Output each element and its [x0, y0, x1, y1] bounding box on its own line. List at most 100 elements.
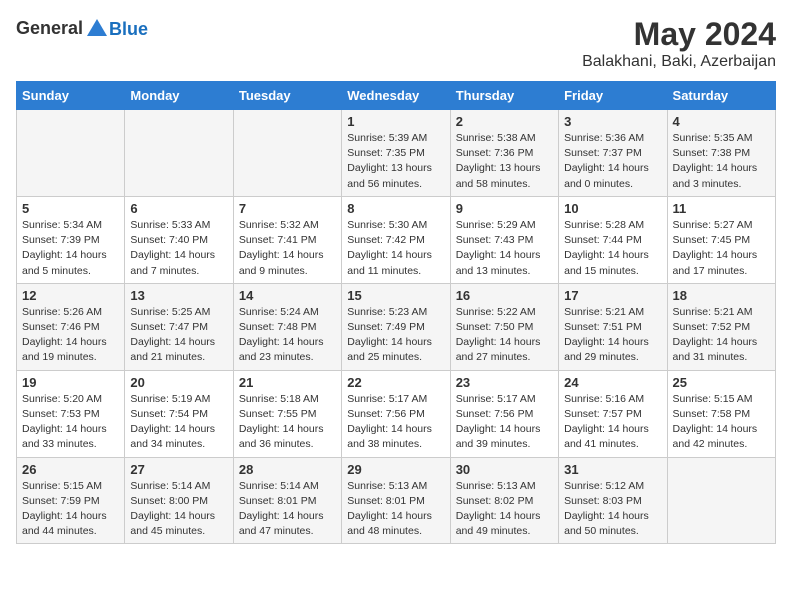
- calendar-cell: 19 Sunrise: 5:20 AMSunset: 7:53 PMDayligh…: [17, 370, 125, 457]
- calendar-cell: 16Sunrise: 5:22 AMSunset: 7:50 PMDayligh…: [450, 283, 558, 370]
- day-number: 21: [239, 375, 336, 390]
- cell-info: Sunrise: 5:21 AMSunset: 7:52 PMDaylight:…: [673, 305, 770, 366]
- col-friday: Friday: [559, 82, 667, 110]
- day-number: 20: [130, 375, 227, 390]
- calendar-cell: 21 Sunrise: 5:18 AMSunset: 7:55 PMDayligh…: [233, 370, 341, 457]
- day-number: 5: [22, 201, 119, 216]
- calendar-cell: 23 Sunrise: 5:17 AMSunset: 7:56 PMDayligh…: [450, 370, 558, 457]
- day-number: 15: [347, 288, 444, 303]
- calendar-cell: 8 Sunrise: 5:30 AMSunset: 7:42 PMDaylight…: [342, 196, 450, 283]
- cell-info: Sunrise: 5:18 AMSunset: 7:55 PMDaylight:…: [239, 392, 336, 453]
- day-number: 4: [673, 114, 770, 129]
- cell-info: Sunrise: 5:35 AMSunset: 7:38 PMDaylight:…: [673, 131, 770, 192]
- calendar-cell: 18 Sunrise: 5:21 AMSunset: 7:52 PMDayligh…: [667, 283, 775, 370]
- calendar-cell: 17 Sunrise: 5:21 AMSunset: 7:51 PMDayligh…: [559, 283, 667, 370]
- col-saturday: Saturday: [667, 82, 775, 110]
- cell-info: Sunrise: 5:36 AMSunset: 7:37 PMDaylight:…: [564, 131, 661, 192]
- day-number: 19: [22, 375, 119, 390]
- day-number: 18: [673, 288, 770, 303]
- day-number: 11: [673, 201, 770, 216]
- calendar-cell: 22 Sunrise: 5:17 AMSunset: 7:56 PMDayligh…: [342, 370, 450, 457]
- day-number: 10: [564, 201, 661, 216]
- cell-info: Sunrise: 5:17 AMSunset: 7:56 PMDaylight:…: [456, 392, 553, 453]
- cell-info: Sunrise: 5:22 AMSunset: 7:50 PMDaylight:…: [456, 305, 553, 366]
- calendar-cell: 26 Sunrise: 5:15 AMSunset: 7:59 PMDayligh…: [17, 457, 125, 544]
- cell-info: Sunrise: 5:21 AMSunset: 7:51 PMDaylight:…: [564, 305, 661, 366]
- calendar-cell: 24 Sunrise: 5:16 AMSunset: 7:57 PMDayligh…: [559, 370, 667, 457]
- col-wednesday: Wednesday: [342, 82, 450, 110]
- col-monday: Monday: [125, 82, 233, 110]
- day-number: 24: [564, 375, 661, 390]
- calendar-cell: [667, 457, 775, 544]
- cell-info: Sunrise: 5:15 AMSunset: 7:59 PMDaylight:…: [22, 479, 119, 540]
- cell-info: Sunrise: 5:13 AMSunset: 8:01 PMDaylight:…: [347, 479, 444, 540]
- title-block: May 2024 Balakhani, Baki, Azerbaijan: [582, 16, 776, 71]
- day-number: 9: [456, 201, 553, 216]
- day-number: 26: [22, 462, 119, 477]
- calendar-cell: 1 Sunrise: 5:39 AMSunset: 7:35 PMDaylight…: [342, 110, 450, 197]
- day-number: 12: [22, 288, 119, 303]
- calendar-week-5: 26 Sunrise: 5:15 AMSunset: 7:59 PMDayligh…: [17, 457, 776, 544]
- cell-info: Sunrise: 5:30 AMSunset: 7:42 PMDaylight:…: [347, 218, 444, 279]
- day-number: 23: [456, 375, 553, 390]
- cell-info: Sunrise: 5:14 AMSunset: 8:01 PMDaylight:…: [239, 479, 336, 540]
- calendar-week-3: 12 Sunrise: 5:26 AMSunset: 7:46 PMDayligh…: [17, 283, 776, 370]
- cell-info: Sunrise: 5:12 AMSunset: 8:03 PMDaylight:…: [564, 479, 661, 540]
- calendar-cell: 13Sunrise: 5:25 AMSunset: 7:47 PMDayligh…: [125, 283, 233, 370]
- calendar-cell: 9 Sunrise: 5:29 AMSunset: 7:43 PMDaylight…: [450, 196, 558, 283]
- calendar-table: Sunday Monday Tuesday Wednesday Thursday…: [16, 81, 776, 544]
- calendar-cell: 14Sunrise: 5:24 AMSunset: 7:48 PMDayligh…: [233, 283, 341, 370]
- day-number: 29: [347, 462, 444, 477]
- page-header: General Blue May 2024 Balakhani, Baki, A…: [16, 16, 776, 71]
- calendar-cell: 12 Sunrise: 5:26 AMSunset: 7:46 PMDayligh…: [17, 283, 125, 370]
- day-number: 7: [239, 201, 336, 216]
- cell-info: Sunrise: 5:17 AMSunset: 7:56 PMDaylight:…: [347, 392, 444, 453]
- day-number: 1: [347, 114, 444, 129]
- cell-info: Sunrise: 5:32 AMSunset: 7:41 PMDaylight:…: [239, 218, 336, 279]
- calendar-cell: 30 Sunrise: 5:13 AMSunset: 8:02 PMDayligh…: [450, 457, 558, 544]
- cell-info: Sunrise: 5:28 AMSunset: 7:44 PMDaylight:…: [564, 218, 661, 279]
- logo-blue-text: Blue: [109, 19, 148, 40]
- calendar-cell: 6Sunrise: 5:33 AMSunset: 7:40 PMDaylight…: [125, 196, 233, 283]
- calendar-cell: 2Sunrise: 5:38 AMSunset: 7:36 PMDaylight…: [450, 110, 558, 197]
- calendar-cell: 28 Sunrise: 5:14 AMSunset: 8:01 PMDayligh…: [233, 457, 341, 544]
- cell-info: Sunrise: 5:39 AMSunset: 7:35 PMDaylight:…: [347, 131, 444, 192]
- location-title: Balakhani, Baki, Azerbaijan: [582, 53, 776, 71]
- calendar-header-row: Sunday Monday Tuesday Wednesday Thursday…: [17, 82, 776, 110]
- calendar-cell: 15 Sunrise: 5:23 AMSunset: 7:49 PMDayligh…: [342, 283, 450, 370]
- calendar-cell: 3 Sunrise: 5:36 AMSunset: 7:37 PMDaylight…: [559, 110, 667, 197]
- col-tuesday: Tuesday: [233, 82, 341, 110]
- day-number: 31: [564, 462, 661, 477]
- cell-info: Sunrise: 5:15 AMSunset: 7:58 PMDaylight:…: [673, 392, 770, 453]
- cell-info: Sunrise: 5:20 AMSunset: 7:53 PMDaylight:…: [22, 392, 119, 453]
- calendar-cell: 31 Sunrise: 5:12 AMSunset: 8:03 PMDayligh…: [559, 457, 667, 544]
- cell-info: Sunrise: 5:25 AMSunset: 7:47 PMDaylight:…: [130, 305, 227, 366]
- day-number: 27: [130, 462, 227, 477]
- day-number: 2: [456, 114, 553, 129]
- calendar-cell: 5Sunrise: 5:34 AMSunset: 7:39 PMDaylight…: [17, 196, 125, 283]
- calendar-cell: 29 Sunrise: 5:13 AMSunset: 8:01 PMDayligh…: [342, 457, 450, 544]
- calendar-week-1: 1 Sunrise: 5:39 AMSunset: 7:35 PMDaylight…: [17, 110, 776, 197]
- cell-info: Sunrise: 5:29 AMSunset: 7:43 PMDaylight:…: [456, 218, 553, 279]
- day-number: 14: [239, 288, 336, 303]
- calendar-cell: 4 Sunrise: 5:35 AMSunset: 7:38 PMDaylight…: [667, 110, 775, 197]
- calendar-cell: [233, 110, 341, 197]
- day-number: 25: [673, 375, 770, 390]
- cell-info: Sunrise: 5:13 AMSunset: 8:02 PMDaylight:…: [456, 479, 553, 540]
- day-number: 28: [239, 462, 336, 477]
- day-number: 22: [347, 375, 444, 390]
- cell-info: Sunrise: 5:23 AMSunset: 7:49 PMDaylight:…: [347, 305, 444, 366]
- calendar-cell: 10 Sunrise: 5:28 AMSunset: 7:44 PMDayligh…: [559, 196, 667, 283]
- logo: General Blue: [16, 16, 148, 40]
- cell-info: Sunrise: 5:27 AMSunset: 7:45 PMDaylight:…: [673, 218, 770, 279]
- cell-info: Sunrise: 5:16 AMSunset: 7:57 PMDaylight:…: [564, 392, 661, 453]
- day-number: 8: [347, 201, 444, 216]
- calendar-cell: [17, 110, 125, 197]
- month-title: May 2024: [582, 16, 776, 53]
- day-number: 17: [564, 288, 661, 303]
- day-number: 3: [564, 114, 661, 129]
- calendar-week-2: 5Sunrise: 5:34 AMSunset: 7:39 PMDaylight…: [17, 196, 776, 283]
- calendar-week-4: 19 Sunrise: 5:20 AMSunset: 7:53 PMDayligh…: [17, 370, 776, 457]
- day-number: 30: [456, 462, 553, 477]
- cell-info: Sunrise: 5:26 AMSunset: 7:46 PMDaylight:…: [22, 305, 119, 366]
